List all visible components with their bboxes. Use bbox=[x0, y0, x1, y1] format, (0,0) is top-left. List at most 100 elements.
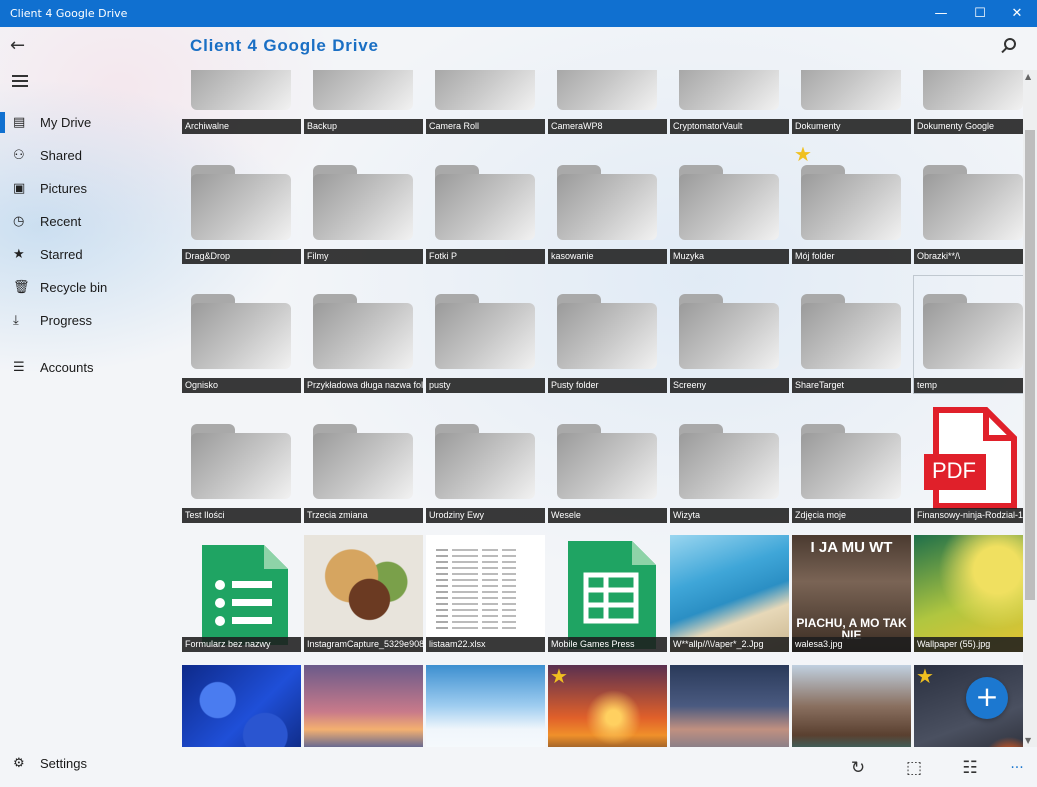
refresh-icon[interactable]: ↻ bbox=[847, 757, 869, 779]
search-icon[interactable] bbox=[999, 36, 1021, 58]
photo-thumbnail bbox=[304, 664, 423, 747]
folder-tile[interactable]: Ognisko bbox=[182, 276, 301, 393]
file-tile[interactable]: ★ bbox=[548, 664, 667, 747]
folder-tile[interactable]: Wizyta bbox=[670, 406, 789, 523]
back-arrow-icon[interactable]: ← bbox=[10, 37, 32, 57]
folder-tile[interactable]: Camera Roll bbox=[426, 70, 545, 134]
folder-tile[interactable]: ★ Mój folder bbox=[792, 147, 911, 264]
tile-label: Wizyta bbox=[670, 507, 789, 523]
file-tile[interactable]: Mobile Games Press bbox=[548, 535, 667, 652]
scroll-down-arrow-icon[interactable]: ▼ bbox=[1025, 736, 1031, 745]
folder-tile[interactable]: pusty bbox=[426, 276, 545, 393]
app-title: Client 4 Google Drive bbox=[190, 36, 379, 55]
folder-tile[interactable]: Fotki P bbox=[426, 147, 545, 264]
file-tile[interactable]: W**allp//\\/aper*_2.Jpg bbox=[670, 535, 789, 652]
sidebar-item-recent[interactable]: ◷ Recent bbox=[0, 205, 180, 238]
sidebar-item-recycle-bin[interactable]: 🗑 Recycle bin bbox=[0, 271, 180, 304]
file-tile[interactable] bbox=[670, 664, 789, 747]
tile-label: InstagramCapture_5329e908 bbox=[304, 637, 423, 652]
starred-icon: ★ bbox=[550, 664, 568, 688]
folder-tile[interactable]: Screeny bbox=[670, 276, 789, 393]
multi-select-list-icon[interactable]: ☷ bbox=[959, 757, 981, 779]
tile-label: Camera Roll bbox=[426, 119, 545, 134]
sidebar-item-my-drive[interactable]: ▤ My Drive bbox=[0, 106, 180, 139]
tile-label: Filmy bbox=[304, 248, 423, 264]
folder-tile[interactable]: ShareTarget bbox=[792, 276, 911, 393]
shared-icon: ⚇ bbox=[13, 148, 25, 163]
meme-caption-top: I JA MU WT bbox=[810, 539, 893, 556]
tile-label: Obrazki**/\ bbox=[914, 248, 1023, 264]
sidebar-item-settings[interactable]: ⚙ Settings bbox=[0, 747, 180, 780]
star-icon: ★ bbox=[13, 247, 25, 262]
window-title: Client 4 Google Drive bbox=[10, 7, 128, 20]
photo-thumbnail bbox=[914, 535, 1023, 652]
sidebar-item-label: Accounts bbox=[40, 360, 94, 375]
tile-label: walesa3.jpg bbox=[792, 637, 911, 652]
file-tile[interactable]: Wallpaper (55).jpg bbox=[914, 535, 1023, 652]
sidebar-item-progress[interactable]: ⤓ Progress bbox=[0, 304, 180, 337]
tile-label: Mobile Games Press bbox=[548, 637, 667, 652]
folder-tile[interactable]: Muzyka bbox=[670, 147, 789, 264]
vertical-scrollbar[interactable]: ▲ ▼ bbox=[1023, 70, 1037, 747]
bottom-command-bar: ↻ ⬚ ☷ ··· bbox=[182, 747, 1037, 787]
sidebar-item-starred[interactable]: ★ Starred bbox=[0, 238, 180, 271]
photo-thumbnail bbox=[426, 664, 545, 747]
folder-tile[interactable]: Wesele bbox=[548, 406, 667, 523]
folder-tile[interactable]: Zdjęcia moje bbox=[792, 406, 911, 523]
add-button[interactable]: + bbox=[966, 677, 1008, 719]
pictures-icon: ▣ bbox=[13, 181, 26, 196]
scroll-thumb[interactable] bbox=[1025, 130, 1035, 600]
tile-label: Urodziny Ewy bbox=[426, 507, 545, 523]
hamburger-menu-icon[interactable] bbox=[12, 75, 28, 87]
accounts-icon: ☰ bbox=[13, 360, 25, 375]
folder-tile[interactable]: Archiwalne bbox=[182, 70, 301, 134]
file-tile[interactable]: InstagramCapture_5329e908 bbox=[304, 535, 423, 652]
file-tile[interactable] bbox=[304, 664, 423, 747]
sidebar-item-shared[interactable]: ⚇ Shared bbox=[0, 139, 180, 172]
tile-label: Formularz bez nazwy bbox=[182, 637, 301, 652]
folder-tile[interactable]: CameraWP8 bbox=[548, 70, 667, 134]
select-icon[interactable]: ⬚ bbox=[903, 757, 925, 779]
folder-tile[interactable]: Dokumenty Google bbox=[914, 70, 1023, 134]
folder-icon bbox=[191, 294, 291, 370]
my-drive-icon: ▤ bbox=[13, 115, 26, 130]
folder-tile[interactable]: Urodziny Ewy bbox=[426, 406, 545, 523]
folder-tile[interactable]: kasowanie bbox=[548, 147, 667, 264]
more-options-icon[interactable]: ··· bbox=[1006, 757, 1028, 779]
scroll-up-arrow-icon[interactable]: ▲ bbox=[1025, 72, 1031, 81]
folder-tile[interactable]: Obrazki**/\ bbox=[914, 147, 1023, 264]
folder-tile[interactable]: Trzecia zmiana bbox=[304, 406, 423, 523]
sidebar-item-pictures[interactable]: ▣ Pictures bbox=[0, 172, 180, 205]
file-tile[interactable]: listaam22.xlsx bbox=[426, 535, 545, 652]
folder-tile[interactable]: Przykładowa długa nazwa folderu bbox=[304, 276, 423, 393]
close-button[interactable]: ✕ bbox=[994, 0, 1037, 27]
tile-label: W**allp//\\/aper*_2.Jpg bbox=[670, 637, 789, 652]
folder-tile[interactable]: CryptomatorVault bbox=[670, 70, 789, 134]
folder-icon bbox=[923, 70, 1023, 111]
file-tile[interactable]: I JA MU WT PIACHU, A MO TAK NIE walesa3.jp… bbox=[792, 535, 911, 652]
tile-label: Finansowy-ninja-Rodzial-1- bbox=[914, 507, 1023, 523]
folder-icon bbox=[923, 294, 1023, 370]
sidebar-item-label: Settings bbox=[40, 756, 87, 771]
folder-icon bbox=[191, 423, 291, 500]
sidebar-item-label: Shared bbox=[40, 148, 82, 163]
folder-tile[interactable]: Pusty folder bbox=[548, 276, 667, 393]
folder-tile[interactable]: Backup bbox=[304, 70, 423, 134]
file-tile[interactable]: PDF Finansowy-ninja-Rodzial-1- bbox=[914, 406, 1023, 523]
photo-thumbnail bbox=[670, 664, 789, 747]
folder-tile[interactable]: Filmy bbox=[304, 147, 423, 264]
file-tile[interactable] bbox=[426, 664, 545, 747]
folder-tile[interactable]: temp bbox=[913, 275, 1023, 394]
folder-icon bbox=[801, 70, 901, 111]
file-tile[interactable] bbox=[792, 664, 911, 747]
tile-label: Dokumenty bbox=[792, 119, 911, 134]
file-tile[interactable]: Formularz bez nazwy bbox=[182, 535, 301, 652]
sidebar-item-accounts[interactable]: ☰ Accounts bbox=[0, 351, 180, 384]
file-grid: Archiwalne Backup Camera Roll CameraWP8 Cryp… bbox=[182, 70, 1023, 747]
file-tile[interactable] bbox=[182, 664, 301, 747]
folder-tile[interactable]: Drag&Drop bbox=[182, 147, 301, 264]
tile-label: pusty bbox=[426, 378, 545, 393]
folder-tile[interactable]: Dokumenty bbox=[792, 70, 911, 134]
folder-tile[interactable]: Test Ilości bbox=[182, 406, 301, 523]
google-forms-icon bbox=[182, 535, 301, 652]
